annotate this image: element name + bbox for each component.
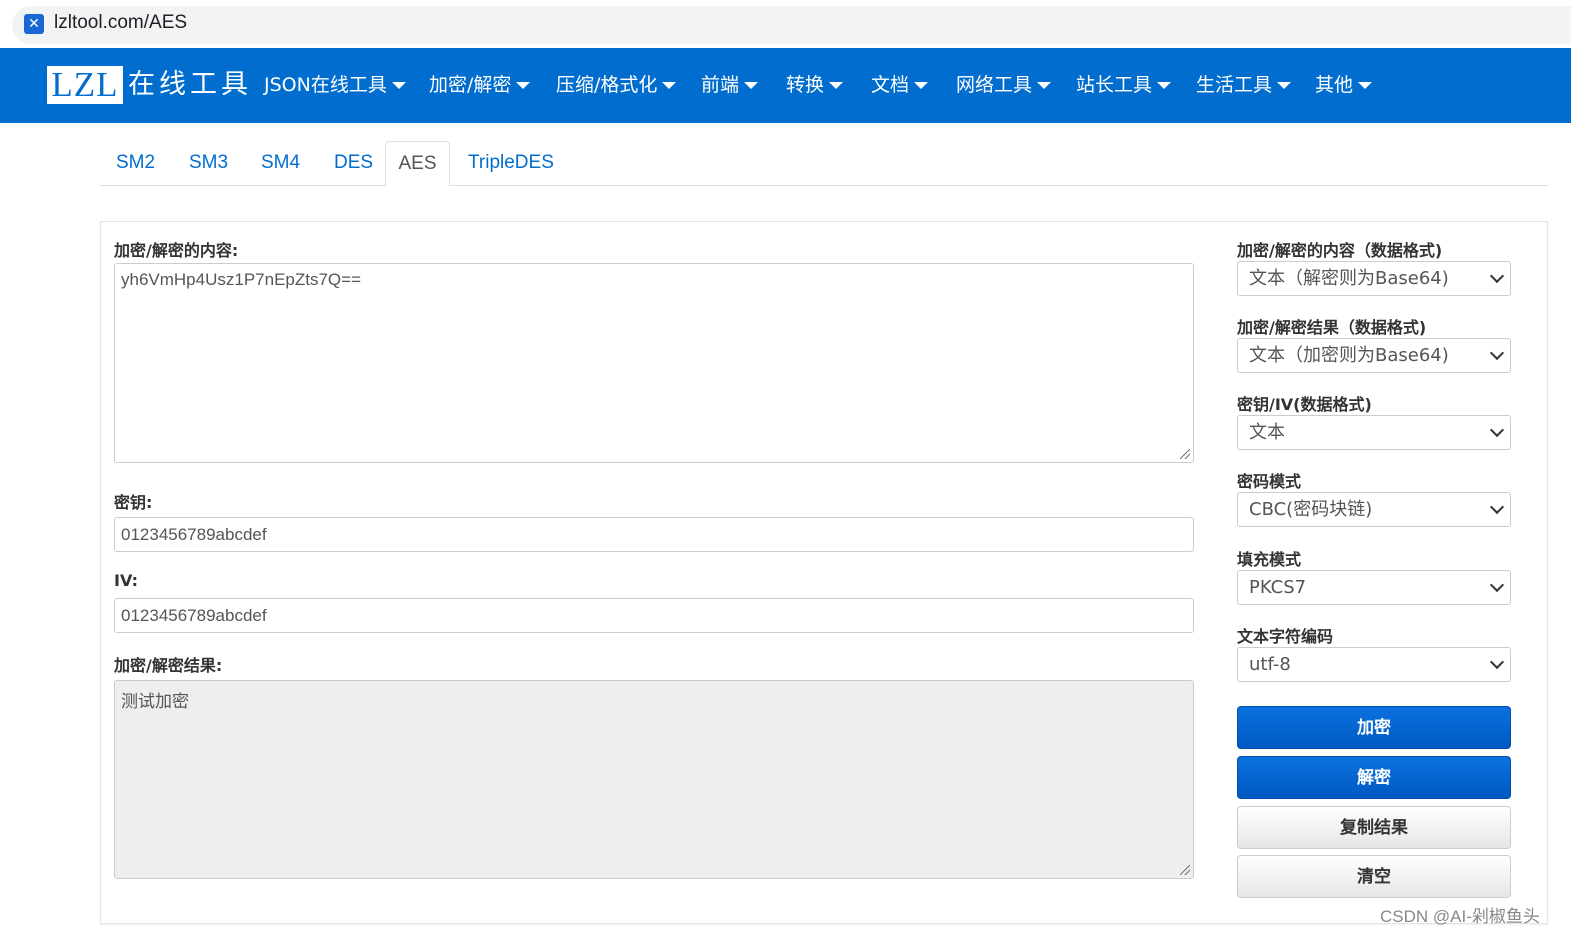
clear-button[interactable]: 清空 (1237, 855, 1511, 898)
content-label: 加密/解密的内容: (114, 241, 239, 260)
key-format-value: 文本 (1249, 422, 1285, 443)
caret-down-icon (1157, 82, 1172, 89)
url-text[interactable]: lzltool.com/AES (54, 12, 187, 34)
padding-label: 填充模式 (1237, 550, 1302, 569)
key-format-select[interactable]: 文本 (1237, 415, 1511, 450)
iv-input[interactable]: 0123456789abcdef (114, 598, 1194, 633)
result-label: 加密/解密结果: (114, 656, 223, 675)
padding-select[interactable]: PKCS7 (1237, 570, 1511, 605)
cipher-mode-value: CBC(密码块链) (1249, 499, 1373, 520)
nav-item-network[interactable]: 网络工具 (956, 73, 1052, 97)
caret-down-icon (1037, 82, 1052, 89)
url-bar[interactable] (12, 6, 1571, 44)
caret-down-icon (516, 82, 531, 89)
nav-item-docs[interactable]: 文档 (871, 73, 929, 97)
chevron-down-icon (1489, 577, 1505, 593)
decrypt-button[interactable]: 解密 (1237, 756, 1511, 799)
resize-grip-icon[interactable] (1180, 865, 1190, 875)
nav-label: 压缩/格式化 (556, 74, 658, 96)
watermark: CSDN @AI-剁椒鱼头 (1380, 907, 1540, 926)
input-format-select[interactable]: 文本（解密则为Base64) (1237, 261, 1511, 296)
input-format-value: 文本（解密则为Base64) (1249, 268, 1449, 289)
nav-item-convert[interactable]: 转换 (786, 73, 844, 97)
logo-mark[interactable]: LZL (47, 66, 123, 104)
result-value: 测试加密 (121, 692, 189, 711)
site-favicon-icon: ✕ (24, 14, 44, 34)
content-value: yh6VmHp4Usz1P7nEpZts7Q== (121, 270, 362, 289)
input-format-label: 加密/解密的内容（数据格式) (1237, 241, 1443, 260)
chevron-down-icon (1489, 268, 1505, 284)
algorithm-tabs: SM2 SM3 SM4 DES AES TripleDES (100, 141, 1548, 187)
chevron-down-icon (1489, 499, 1505, 515)
nav-label: 网络工具 (956, 74, 1033, 96)
encrypt-button[interactable]: 加密 (1237, 706, 1511, 749)
nav-label: 生活工具 (1196, 74, 1273, 96)
caret-down-icon (1277, 82, 1292, 89)
tab-sm3[interactable]: SM3 (189, 141, 228, 186)
chevron-down-icon (1489, 654, 1505, 670)
nav-item-json[interactable]: JSON在线工具 (264, 73, 406, 97)
tab-sm2[interactable]: SM2 (116, 141, 155, 186)
padding-value: PKCS7 (1249, 577, 1307, 598)
charset-select[interactable]: utf-8 (1237, 647, 1511, 682)
copy-result-button[interactable]: 复制结果 (1237, 806, 1511, 849)
browser-address-bar: ✕ lzltool.com/AES (0, 0, 1571, 48)
iv-label: IV: (114, 571, 139, 590)
cipher-mode-label: 密码模式 (1237, 472, 1302, 491)
output-format-value: 文本（加密则为Base64) (1249, 345, 1449, 366)
resize-grip-icon[interactable] (1180, 449, 1190, 459)
charset-value: utf-8 (1249, 654, 1291, 675)
tab-tripledes[interactable]: TripleDES (468, 141, 554, 186)
top-navbar: LZL 在线工具 JSON在线工具 加密/解密 压缩/格式化 前端 转换 文档 … (0, 48, 1571, 123)
tab-des[interactable]: DES (334, 141, 373, 186)
chevron-down-icon (1489, 422, 1505, 438)
nav-item-other[interactable]: 其他 (1315, 73, 1373, 97)
result-textarea[interactable]: 测试加密 (114, 680, 1194, 879)
nav-label: JSON在线工具 (264, 74, 387, 96)
nav-label: 其他 (1315, 74, 1354, 96)
cipher-mode-select[interactable]: CBC(密码块链) (1237, 492, 1511, 527)
content-textarea[interactable]: yh6VmHp4Usz1P7nEpZts7Q== (114, 263, 1194, 463)
logo-text[interactable]: 在线工具 (128, 66, 252, 104)
tab-aes[interactable]: AES (385, 141, 450, 187)
caret-down-icon (914, 82, 929, 89)
caret-down-icon (1358, 82, 1373, 89)
charset-label: 文本字符编码 (1237, 627, 1334, 646)
tab-sm4[interactable]: SM4 (261, 141, 300, 186)
key-input[interactable]: 0123456789abcdef (114, 517, 1194, 552)
nav-label: 站长工具 (1076, 74, 1153, 96)
caret-down-icon (391, 82, 406, 89)
output-format-label: 加密/解密结果（数据格式) (1237, 318, 1427, 337)
nav-label: 加密/解密 (429, 74, 512, 96)
nav-item-frontend[interactable]: 前端 (701, 73, 759, 97)
key-label: 密钥: (114, 493, 153, 512)
caret-down-icon (744, 82, 759, 89)
caret-down-icon (662, 82, 677, 89)
nav-item-webmaster[interactable]: 站长工具 (1076, 73, 1172, 97)
nav-label: 转换 (786, 74, 825, 96)
nav-item-life[interactable]: 生活工具 (1196, 73, 1292, 97)
chevron-down-icon (1489, 345, 1505, 361)
output-format-select[interactable]: 文本（加密则为Base64) (1237, 338, 1511, 373)
key-format-label: 密钥/IV(数据格式) (1237, 395, 1372, 414)
nav-item-crypto[interactable]: 加密/解密 (429, 73, 531, 97)
nav-item-compress[interactable]: 压缩/格式化 (556, 73, 677, 97)
caret-down-icon (829, 82, 844, 89)
nav-label: 文档 (871, 74, 910, 96)
nav-label: 前端 (701, 74, 740, 96)
